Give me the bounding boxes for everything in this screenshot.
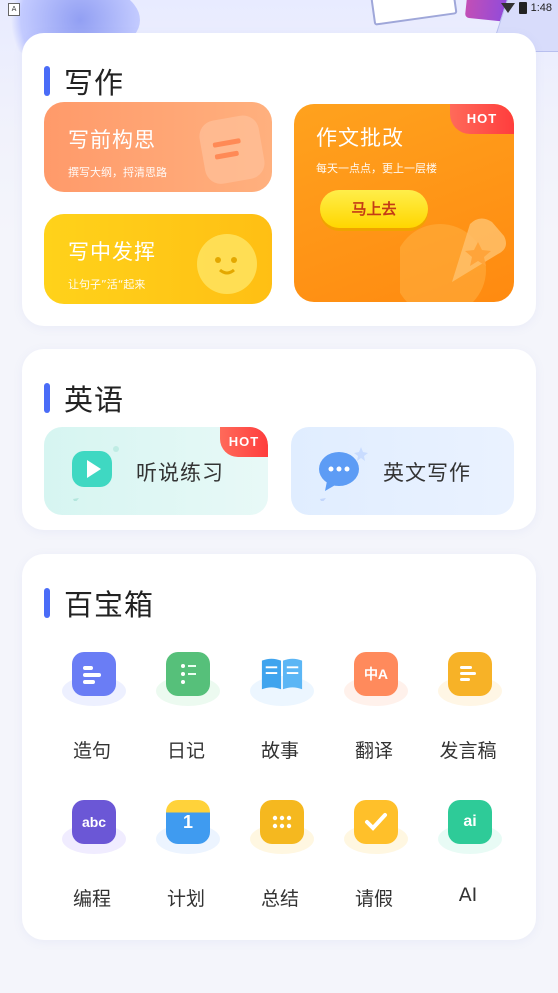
essay-grading-tile[interactable]: HOT 作文批改 每天一点点，更上一层楼 马上去 (294, 104, 514, 302)
scroll-icon (448, 652, 492, 696)
status-bar-right: 1:48 (500, 2, 552, 14)
tool-label: 日记 (166, 740, 205, 762)
listening-hot-badge: HOT (220, 427, 268, 457)
tool-label: 发言稿 (439, 740, 497, 762)
tool-leave[interactable]: 请假 (334, 794, 414, 911)
brainstorm-tile[interactable]: 写前构思 撰写大纲，捋清思路 (44, 102, 272, 192)
bubble-icon (197, 234, 257, 294)
status-indicator: A (8, 3, 20, 16)
toolbox-card: 百宝箱 造句 日记 故事 中A 翻译 发言稿 abc 编程 1 计划 总结 请假… (22, 554, 536, 940)
play-icon (70, 446, 119, 501)
ai-icon: ai (448, 800, 492, 844)
tool-label: 编程 (72, 888, 111, 910)
tool-coding[interactable]: abc 编程 (52, 794, 132, 911)
leave-icon (354, 800, 398, 844)
tool-translate[interactable]: 中A 翻译 (334, 646, 414, 763)
tool-label: 故事 (260, 740, 299, 762)
book-icon (260, 652, 304, 696)
calendar-icon: 1 (166, 800, 210, 844)
express-title: 写中发挥 (68, 240, 156, 264)
listening-speaking-tile[interactable]: 听说练习 HOT (44, 427, 268, 515)
tool-label: AI (458, 884, 478, 906)
express-subtitle: 让句子”活“起来 (68, 278, 146, 291)
tool-summary[interactable]: 总结 (240, 794, 320, 911)
english-title: 英语 (64, 383, 125, 417)
english-writing-label: 英文写作 (383, 461, 471, 485)
translate-icon: 中A (354, 652, 398, 696)
grading-hot-badge: HOT (450, 104, 514, 134)
wifi-icon (500, 3, 515, 13)
toolbox-title: 百宝箱 (64, 588, 155, 622)
tool-label: 计划 (166, 888, 205, 910)
title-accent-bar (44, 588, 50, 618)
brainstorm-title: 写前构思 (68, 128, 156, 152)
status-time: 1:48 (530, 2, 552, 14)
brainstorm-subtitle: 撰写大纲，捋清思路 (68, 166, 167, 179)
title-accent-bar (44, 383, 50, 413)
grading-subtitle: 每天一点点，更上一层楼 (316, 162, 437, 175)
chat-bubble-icon (317, 447, 368, 501)
title-accent-bar (44, 66, 50, 96)
express-tile[interactable]: 写中发挥 让句子”活“起来 (44, 214, 272, 304)
tool-speech[interactable]: 发言稿 (428, 646, 508, 763)
note-icon (199, 115, 265, 184)
writing-section-title: 写作 (44, 60, 124, 102)
writing-card: 写作 写前构思 撰写大纲，捋清思路 写中发挥 让句子”活“起来 HOT 作文批改… (22, 33, 536, 326)
tool-label: 翻译 (354, 740, 393, 762)
english-section-title: 英语 (44, 377, 124, 419)
code-icon: abc (72, 800, 116, 844)
tool-label: 请假 (354, 888, 393, 910)
summary-icon (260, 800, 304, 844)
tool-ai[interactable]: ai AI (428, 794, 508, 906)
tool-diary[interactable]: 日记 (146, 646, 226, 763)
english-card: 英语 听说练习 HOT 英文写作 (22, 349, 536, 530)
book-decoration (370, 0, 458, 26)
tool-label: 造句 (72, 740, 111, 762)
sentence-icon (72, 652, 116, 696)
tool-sentence[interactable]: 造句 (52, 646, 132, 763)
toolbox-section-title: 百宝箱 (44, 582, 154, 624)
english-writing-tile[interactable]: 英文写作 (291, 427, 514, 515)
grading-title: 作文批改 (316, 126, 404, 150)
diary-icon (166, 652, 210, 696)
tool-story[interactable]: 故事 (240, 646, 320, 763)
tool-label: 总结 (260, 888, 299, 910)
listening-speaking-label: 听说练习 (136, 461, 224, 485)
writing-title: 写作 (64, 66, 125, 100)
battery-icon (518, 2, 527, 14)
go-now-button[interactable]: 马上去 (320, 190, 428, 228)
tool-plan[interactable]: 1 计划 (146, 794, 226, 911)
